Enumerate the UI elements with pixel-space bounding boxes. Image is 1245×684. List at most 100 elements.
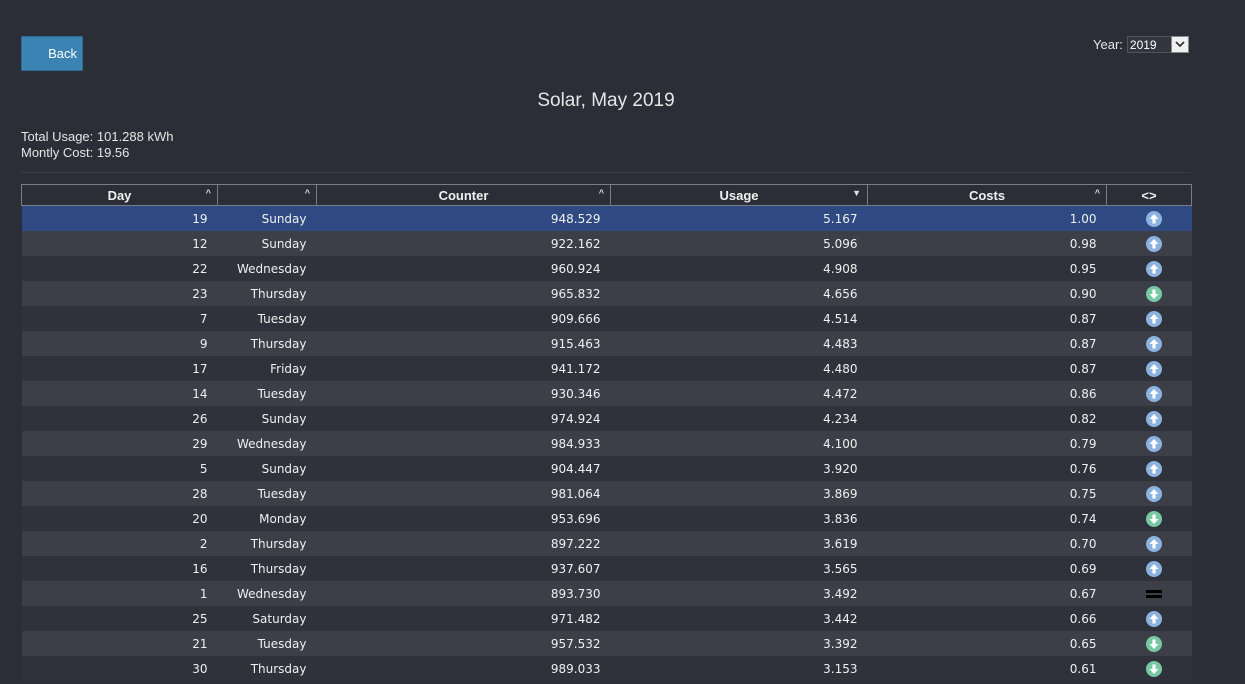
cell-usage: 4.234 [610, 406, 868, 431]
chevron-down-icon[interactable] [1170, 35, 1189, 53]
table-row[interactable]: 5 Sunday 904.447 3.920 0.76 [21, 456, 1192, 481]
cell-day: 17 [21, 356, 218, 381]
cell-weekday: Sunday [217, 406, 317, 431]
total-usage: Total Usage: 101.288 kWh [21, 129, 174, 144]
cell-costs: 0.69 [867, 556, 1107, 581]
arrow-up-icon [1146, 210, 1162, 227]
cell-usage: 4.483 [610, 331, 868, 356]
header-weekday[interactable]: ^ [217, 184, 317, 206]
cell-counter: 965.832 [316, 281, 611, 306]
equal-icon [1146, 588, 1162, 600]
table-row[interactable]: 26 Sunday 974.924 4.234 0.82 [21, 406, 1192, 431]
cell-trend [1106, 456, 1192, 481]
header-counter[interactable]: Counter ^ [316, 184, 611, 206]
cell-day: 29 [21, 431, 218, 456]
arrow-up-icon [1146, 360, 1162, 377]
cell-day: 28 [21, 481, 218, 506]
cell-trend [1106, 331, 1192, 356]
arrow-up-icon [1146, 260, 1162, 277]
cell-day: 5 [21, 456, 218, 481]
year-selector: Year: 2019 [1093, 35, 1189, 53]
cell-trend [1106, 556, 1192, 581]
table-row[interactable]: 20 Monday 953.696 3.836 0.74 [21, 506, 1192, 531]
cell-day: 22 [21, 256, 218, 281]
arrow-up-icon [1146, 435, 1162, 452]
table-header-row: Day ^ ^ Counter ^ Usage ▼ Costs ^ <> [21, 184, 1192, 206]
table-row[interactable]: 19 Sunday 948.529 5.167 1.00 [21, 205, 1192, 231]
cell-day: 14 [21, 381, 218, 406]
cell-trend [1106, 506, 1192, 531]
cell-trend [1106, 481, 1192, 506]
table-row[interactable]: 1 Wednesday 893.730 3.492 0.67 [21, 581, 1192, 606]
cell-weekday: Wednesday [217, 431, 317, 456]
table-row[interactable]: 29 Wednesday 984.933 4.100 0.79 [21, 431, 1192, 456]
header-usage[interactable]: Usage ▼ [610, 184, 868, 206]
cell-usage: 4.480 [610, 356, 868, 381]
cell-day: 21 [21, 631, 218, 656]
cell-weekday: Wednesday [217, 256, 317, 281]
header-trend[interactable]: <> [1106, 184, 1192, 206]
table-row[interactable]: 28 Tuesday 981.064 3.869 0.75 [21, 481, 1192, 506]
table-row[interactable]: 14 Tuesday 930.346 4.472 0.86 [21, 381, 1192, 406]
table-row[interactable]: 17 Friday 941.172 4.480 0.87 [21, 356, 1192, 381]
cell-usage: 3.392 [610, 631, 868, 656]
back-button[interactable]: Back [21, 36, 83, 71]
cell-trend [1106, 431, 1192, 456]
cell-counter: 937.607 [316, 556, 611, 581]
cell-trend [1106, 531, 1192, 556]
cell-day: 19 [21, 205, 218, 231]
cell-weekday: Thursday [217, 331, 317, 356]
cell-usage: 3.492 [610, 581, 868, 606]
cell-weekday: Monday [217, 506, 317, 531]
table-row[interactable]: 2 Thursday 897.222 3.619 0.70 [21, 531, 1192, 556]
cell-weekday: Tuesday [217, 631, 317, 656]
table-row[interactable]: 16 Thursday 937.607 3.565 0.69 [21, 556, 1192, 581]
cell-weekday: Tuesday [217, 481, 317, 506]
cell-weekday: Sunday [217, 231, 317, 256]
cell-weekday: Friday [217, 356, 317, 381]
cell-trend [1106, 406, 1192, 431]
arrow-up-icon [1146, 485, 1162, 502]
cell-weekday: Saturday [217, 606, 317, 631]
table-row[interactable]: 22 Wednesday 960.924 4.908 0.95 [21, 256, 1192, 281]
header-day[interactable]: Day ^ [21, 184, 218, 206]
cell-usage: 3.920 [610, 456, 868, 481]
arrow-up-icon [1146, 385, 1162, 402]
page-title: Solar, May 2019 [537, 90, 675, 111]
cell-day: 12 [21, 231, 218, 256]
cell-counter: 897.222 [316, 531, 611, 556]
cell-counter: 922.162 [316, 231, 611, 256]
cell-counter: 909.666 [316, 306, 611, 331]
header-costs[interactable]: Costs ^ [867, 184, 1107, 206]
cell-usage: 4.472 [610, 381, 868, 406]
cell-costs: 0.67 [867, 581, 1107, 606]
table-row[interactable]: 25 Saturday 971.482 3.442 0.66 [21, 606, 1192, 631]
table-row[interactable]: 30 Thursday 989.033 3.153 0.61 [21, 656, 1192, 681]
table-row[interactable]: 23 Thursday 965.832 4.656 0.90 [21, 281, 1192, 306]
cell-counter: 893.730 [316, 581, 611, 606]
cell-costs: 0.87 [867, 306, 1107, 331]
arrow-down-icon [1146, 660, 1162, 677]
cell-trend [1106, 656, 1192, 681]
cell-costs: 0.74 [867, 506, 1107, 531]
year-select[interactable]: 2019 [1126, 35, 1189, 53]
table-row[interactable]: 7 Tuesday 909.666 4.514 0.87 [21, 306, 1192, 331]
table-row[interactable]: 12 Sunday 922.162 5.096 0.98 [21, 231, 1192, 256]
monthly-cost: Montly Cost: 19.56 [21, 144, 130, 160]
cell-weekday: Wednesday [217, 581, 317, 606]
cell-trend [1106, 631, 1192, 656]
cell-usage: 3.836 [610, 506, 868, 531]
sort-desc-icon: ▼ [852, 188, 861, 198]
cell-costs: 0.87 [867, 356, 1107, 381]
cell-trend [1106, 281, 1192, 306]
cell-day: 23 [21, 281, 218, 306]
table-row[interactable]: 21 Tuesday 957.532 3.392 0.65 [21, 631, 1192, 656]
arrow-down-icon [1146, 510, 1162, 527]
table-row[interactable]: 9 Thursday 915.463 4.483 0.87 [21, 331, 1192, 356]
sort-asc-icon: ^ [598, 188, 604, 198]
year-value: 2019 [1129, 37, 1157, 52]
cell-counter: 948.529 [316, 205, 611, 231]
cell-usage: 5.167 [610, 205, 868, 231]
cell-costs: 0.65 [867, 631, 1107, 656]
cell-weekday: Sunday [217, 205, 317, 231]
